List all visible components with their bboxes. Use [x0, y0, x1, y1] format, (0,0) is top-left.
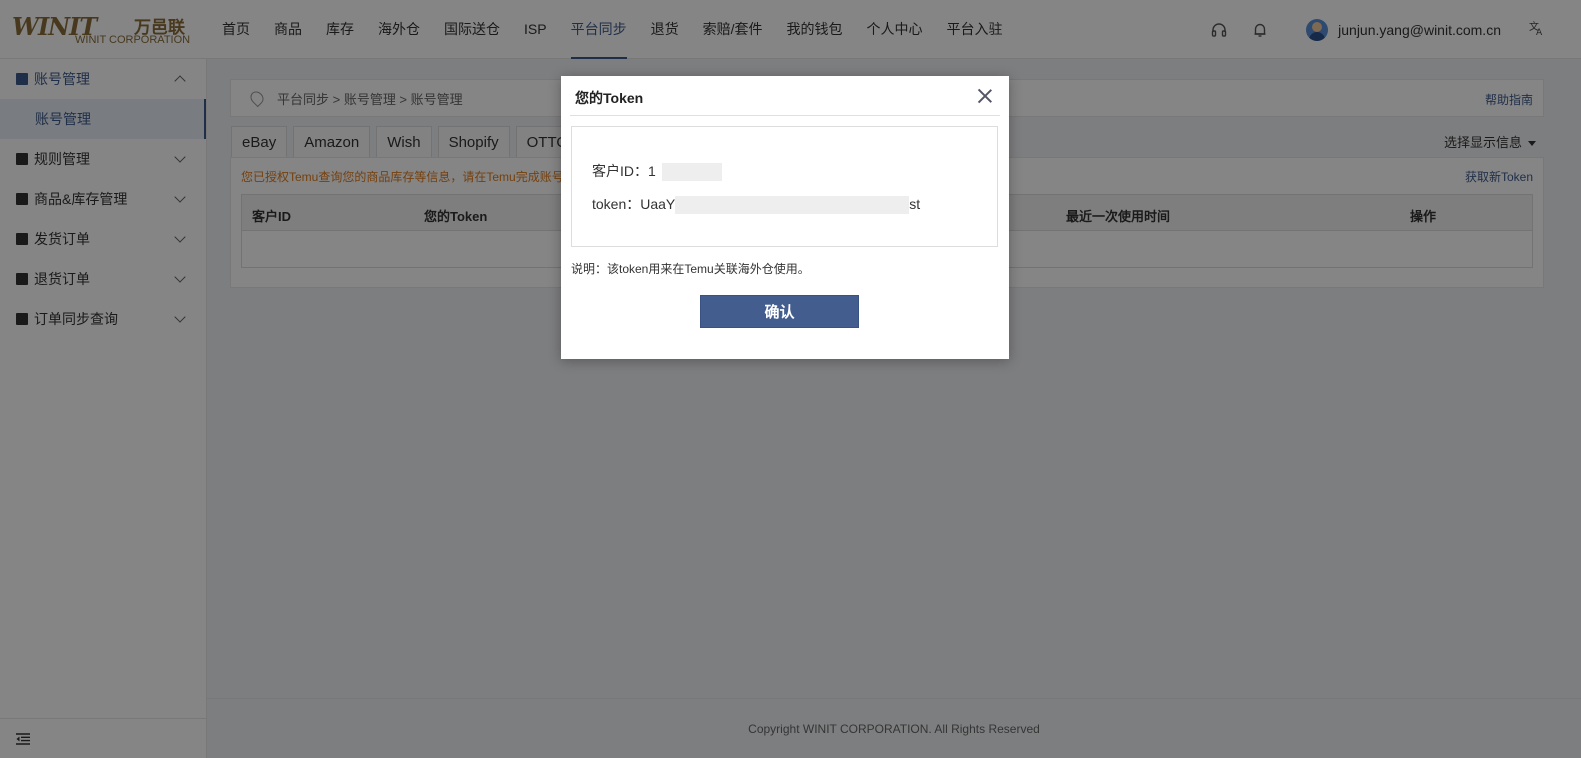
token-row: token：UaaY st — [592, 194, 921, 215]
redacted-mask — [675, 196, 910, 215]
confirm-button[interactable]: 确认 — [700, 295, 859, 328]
customer-id-label: 客户ID： — [592, 163, 648, 179]
modal-note: 说明：该token用来在Temu关联海外仓使用。 — [571, 262, 810, 276]
close-icon[interactable] — [977, 88, 993, 104]
token-modal: 您的Token 客户ID：1 token：UaaY st 说明：该token用来在… — [561, 76, 1009, 359]
token-label: token： — [592, 196, 641, 212]
customer-id-value: 1 — [648, 163, 656, 179]
customer-id-row: 客户ID：1 — [592, 161, 722, 182]
redacted-mask — [661, 163, 722, 182]
modal-title: 您的Token — [575, 90, 644, 106]
modal-divider — [570, 115, 1000, 116]
token-value-prefix: UaaY — [640, 196, 676, 212]
token-info-box: 客户ID：1 token：UaaY st — [571, 126, 998, 247]
token-value-suffix: st — [909, 196, 921, 212]
